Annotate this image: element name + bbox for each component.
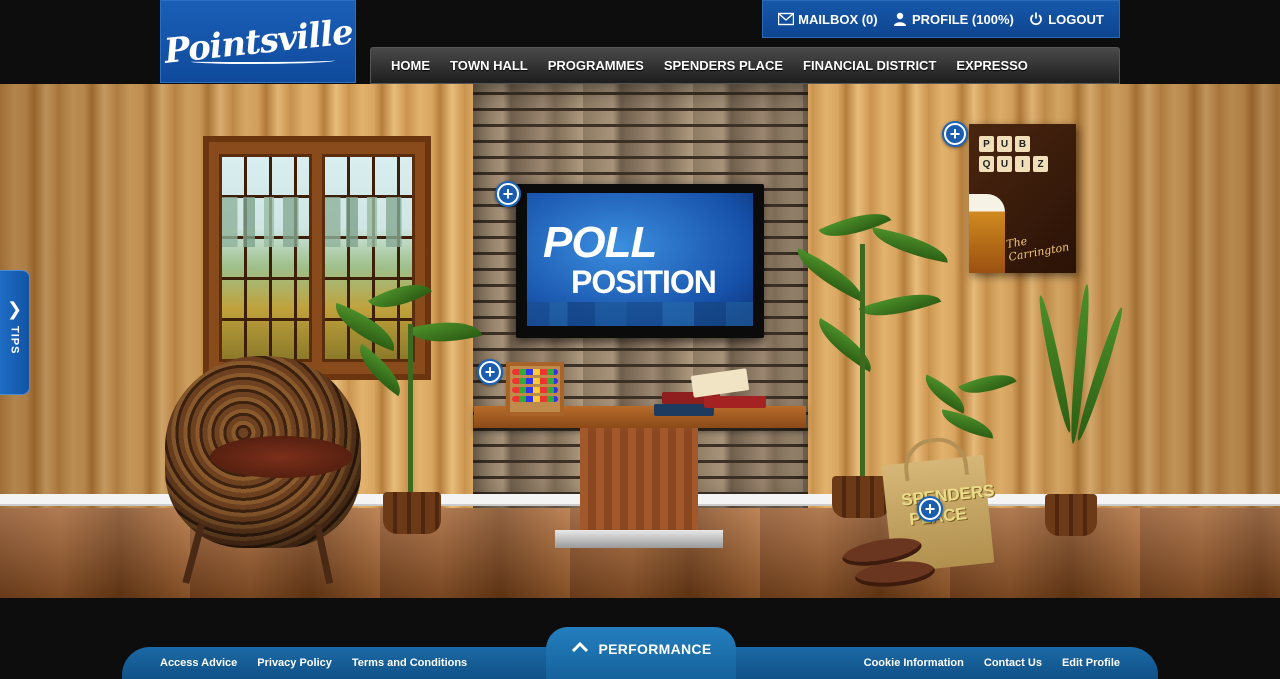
window-pane-left — [219, 154, 312, 362]
table-pedestal — [580, 428, 698, 546]
footer-link-cookie-information[interactable]: Cookie Information — [864, 657, 964, 669]
performance-tab[interactable]: PERFORMANCE — [546, 627, 736, 679]
books-stack — [654, 368, 769, 422]
pub-quiz-poster[interactable]: P U B Q U I Z The Carrington — [969, 124, 1076, 273]
beer-glass — [969, 194, 1005, 273]
footer-link-edit-profile[interactable]: Edit Profile — [1062, 657, 1120, 669]
hotspot-abacus-plus-icon[interactable]: + — [477, 359, 503, 385]
poster-tile: U — [997, 136, 1012, 152]
plus-symbol: + — [924, 499, 936, 519]
plant-leaf — [918, 374, 972, 414]
tv-title-line1: POLL — [543, 217, 657, 267]
logout-link[interactable]: LOGOUT — [1028, 12, 1104, 27]
plant-leaf — [958, 363, 1017, 405]
tv-skyline — [527, 302, 753, 326]
window-city-view — [222, 197, 309, 247]
nav-expresso[interactable]: EXPRESSO — [956, 58, 1028, 73]
plant-leaf — [818, 200, 892, 250]
nav-programmes[interactable]: PROGRAMMES — [548, 58, 644, 73]
plant-pot — [1045, 494, 1097, 536]
plant-leaf — [349, 343, 411, 397]
nav-financial-district[interactable]: FINANCIAL DISTRICT — [803, 58, 936, 73]
footer-links-right: Cookie Information Contact Us Edit Profi… — [864, 657, 1120, 669]
book — [704, 396, 766, 408]
plant-leaf — [789, 248, 871, 302]
plant-left — [327, 264, 483, 494]
abacus[interactable] — [506, 362, 564, 416]
power-icon — [1030, 12, 1043, 26]
table-base — [555, 530, 723, 548]
plant-leaf — [858, 280, 942, 330]
plant-leaf — [938, 409, 997, 439]
tips-label: TIPS — [8, 326, 21, 355]
poster-tile: U — [997, 156, 1012, 172]
performance-label: PERFORMANCE — [598, 641, 712, 657]
footer-link-contact-us[interactable]: Contact Us — [984, 657, 1042, 669]
hotspot-poster-plus-icon[interactable]: + — [942, 121, 968, 147]
envelope-icon — [778, 12, 795, 26]
nav-town-hall[interactable]: TOWN HALL — [450, 58, 528, 73]
plant-leaf — [327, 302, 403, 352]
book-open — [690, 368, 750, 398]
abacus-row — [512, 387, 558, 393]
footer-link-access-advice[interactable]: Access Advice — [160, 657, 237, 669]
poster-tile: Q — [979, 156, 994, 172]
footer-link-terms[interactable]: Terms and Conditions — [352, 657, 467, 669]
tv[interactable]: POLL POSITION — [516, 184, 764, 338]
plant-tall-grass — [1030, 283, 1127, 504]
poster-tiles-row2: Q U I Z — [979, 156, 1070, 172]
plant-pot — [383, 492, 441, 534]
plus-symbol: + — [949, 124, 961, 144]
chevron-right-icon: ❯ — [6, 299, 23, 319]
logo-swoosh — [191, 58, 335, 64]
poster-tiles-row1: P U B — [979, 136, 1070, 152]
poster-tile: B — [1015, 136, 1030, 152]
abacus-row — [512, 396, 558, 402]
plant-leaf — [1035, 294, 1075, 434]
hotspot-tv-plus-icon[interactable]: + — [495, 181, 521, 207]
user-bar: MAILBOX (0) PROFILE (100%) LOGOUT — [762, 0, 1120, 38]
footer-links-left: Access Advice Privacy Policy Terms and C… — [160, 657, 467, 669]
poster-venue: The Carrington — [1005, 234, 1071, 264]
window-city-view — [325, 197, 412, 247]
plant-pot — [832, 476, 890, 518]
plus-symbol: + — [502, 184, 514, 204]
mailbox-label: MAILBOX (0) — [798, 11, 878, 27]
plant-leaf — [368, 270, 432, 322]
chevron-up-icon — [571, 641, 588, 653]
poll-position-screen: POLL POSITION — [527, 193, 753, 326]
poster-tile: P — [979, 136, 994, 152]
plant-leaf — [868, 227, 952, 263]
profile-label: PROFILE (100%) — [911, 11, 1014, 27]
abacus-row — [512, 378, 558, 384]
main-nav: HOME TOWN HALL PROGRAMMES SPENDERS PLACE… — [370, 47, 1120, 84]
tv-title-line2: POSITION — [571, 263, 717, 300]
plus-symbol: + — [484, 362, 496, 382]
plant-leaf — [407, 310, 483, 354]
pointsville-logo[interactable]: Pointsville — [160, 0, 356, 83]
room-scene: POLL POSITION P U B Q U I Z The Carringt… — [0, 84, 1280, 598]
nav-home[interactable]: HOME — [391, 58, 430, 73]
hotspot-bag-plus-icon[interactable]: + — [917, 496, 943, 522]
abacus-row — [512, 369, 558, 375]
logout-label: LOGOUT — [1048, 11, 1104, 27]
footer-link-privacy-policy[interactable]: Privacy Policy — [257, 657, 332, 669]
poster-tile: I — [1015, 156, 1030, 172]
poster-tile: Z — [1033, 156, 1048, 172]
plant-stem — [860, 244, 865, 484]
page: Pointsville MAILBOX (0) PROFILE (100%) L… — [0, 0, 1280, 679]
plant-stem — [408, 324, 413, 494]
plant-leaf — [809, 317, 881, 373]
nav-spenders-place[interactable]: SPENDERS PLACE — [664, 58, 783, 73]
mailbox-link[interactable]: MAILBOX (0) — [778, 11, 878, 27]
person-icon — [893, 12, 906, 26]
profile-link[interactable]: PROFILE (100%) — [892, 12, 1014, 27]
tips-tab[interactable]: ❯ TIPS — [0, 270, 30, 395]
